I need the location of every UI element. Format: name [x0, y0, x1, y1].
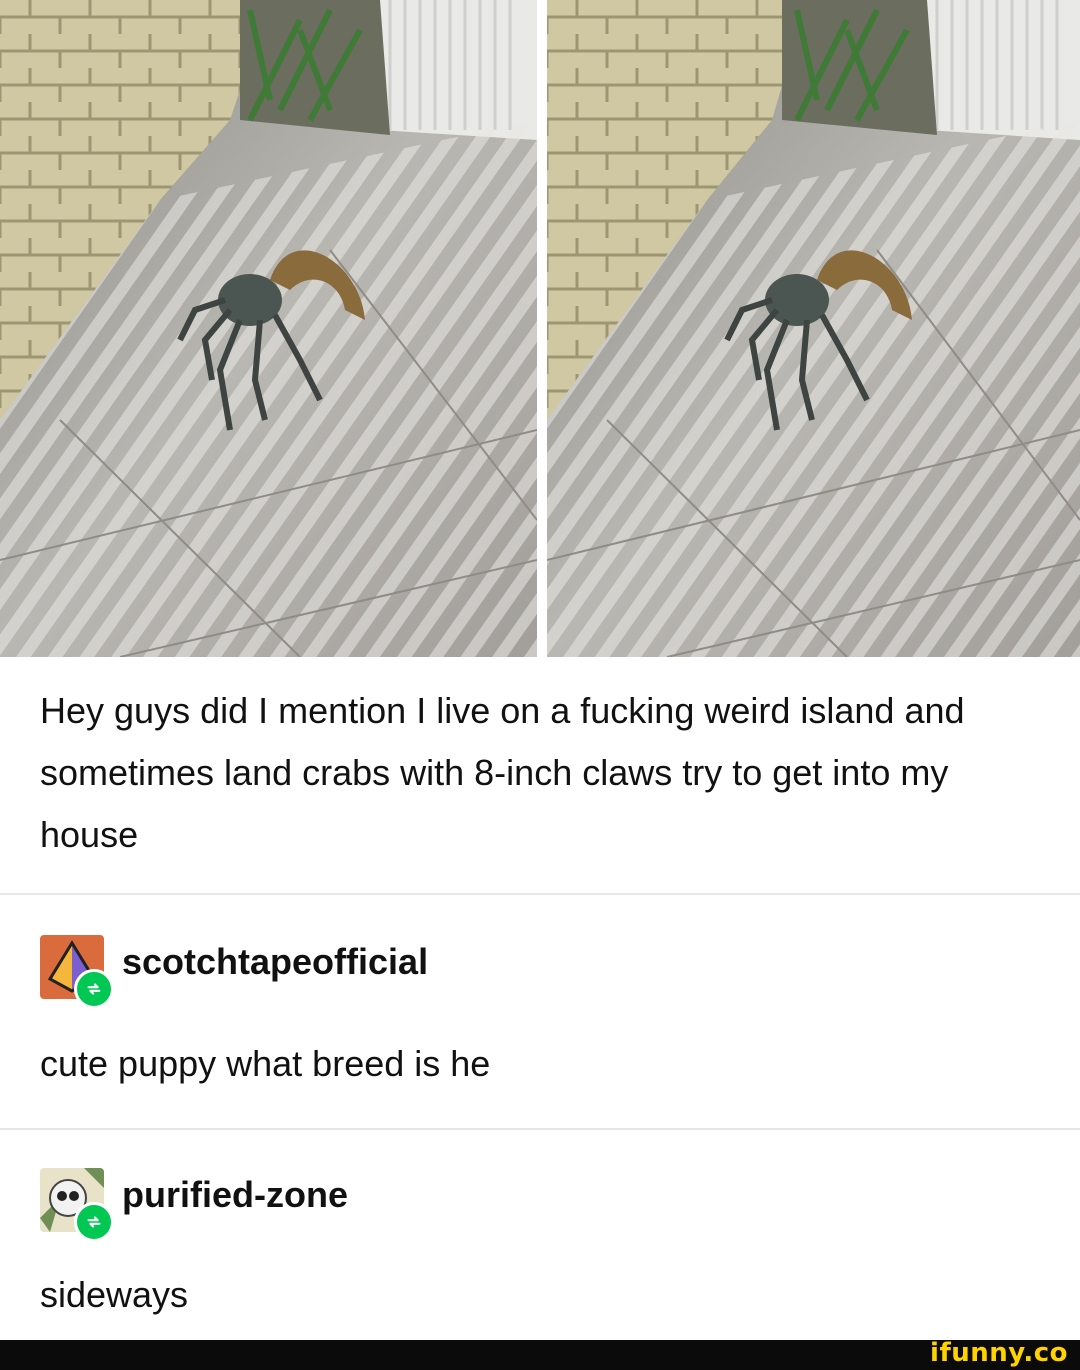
reply-text: cute puppy what breed is he: [40, 1043, 491, 1084]
photo-pair: [0, 0, 1080, 657]
username-link[interactable]: scotchtapeofficial: [122, 941, 428, 983]
reply-text: sideways: [40, 1274, 189, 1315]
reblog-header: scotchtapeofficial: [40, 935, 1040, 1009]
watermark-text: ifunny.co: [930, 1338, 1068, 1368]
avatar[interactable]: [40, 1168, 114, 1242]
crab-photo-right: [547, 0, 1080, 657]
crab-photo-left: [0, 0, 537, 657]
reblog-entry: purified-zone sideways: [40, 1168, 1040, 1318]
reblog-icon: [74, 1202, 114, 1242]
reblog-icon: [74, 969, 114, 1009]
divider: [0, 893, 1080, 895]
crab-photo-right-image: [547, 0, 1080, 657]
divider: [0, 1128, 1080, 1130]
reblog-entry: scotchtapeofficial cute puppy what breed…: [40, 935, 1040, 1085]
post-body-text: Hey guys did I mention I live on a fucki…: [40, 690, 965, 855]
crab-photo-left-image: [0, 0, 537, 657]
avatar[interactable]: [40, 935, 114, 1009]
username-link[interactable]: purified-zone: [122, 1174, 348, 1216]
reblog-header: purified-zone: [40, 1168, 1040, 1242]
watermark-bar: ifunny.co: [0, 1338, 1080, 1370]
